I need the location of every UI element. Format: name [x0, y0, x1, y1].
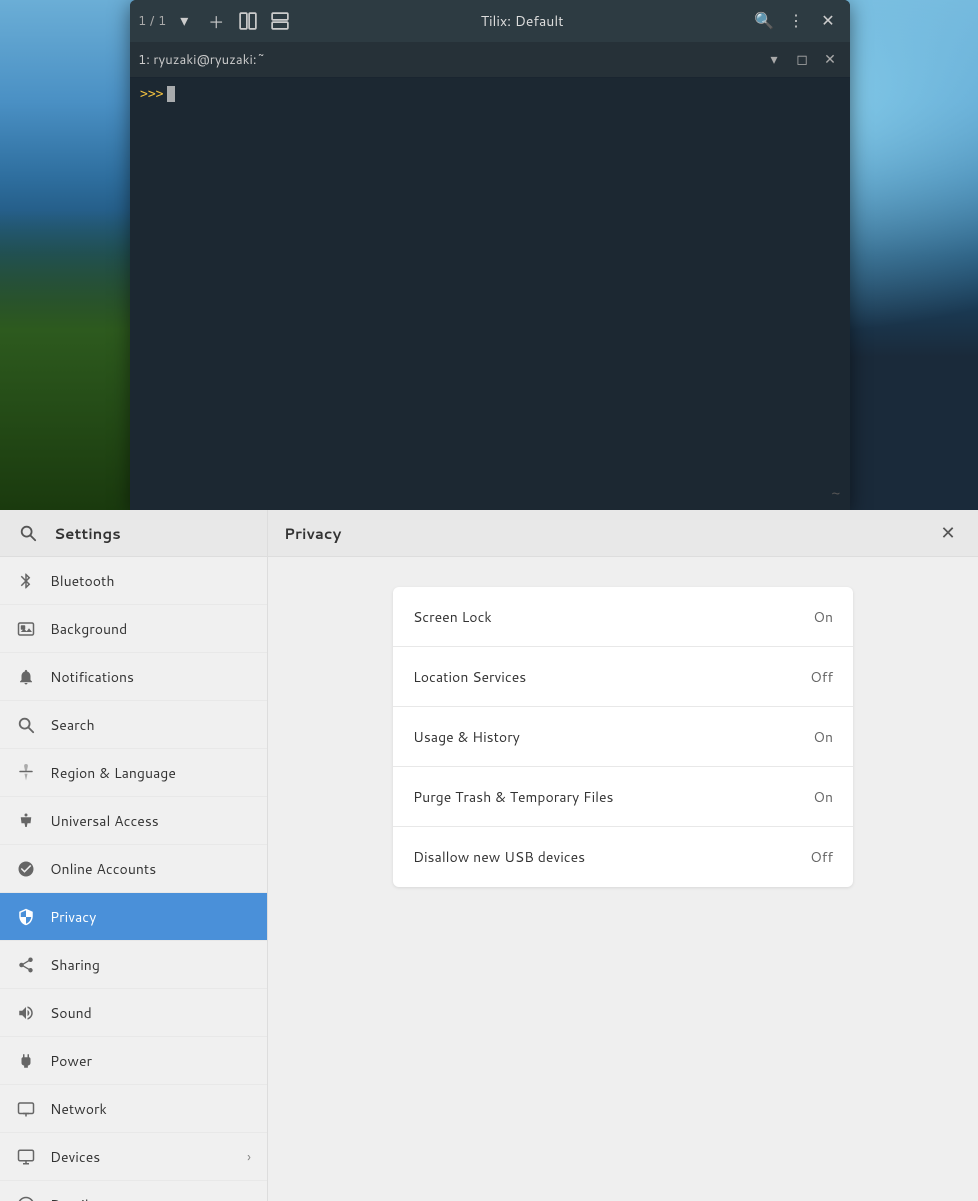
- session-dropdown-button[interactable]: ▾: [762, 48, 786, 72]
- sidebar-item-bluetooth[interactable]: Bluetooth: [0, 557, 267, 605]
- split-vertical-button[interactable]: [266, 7, 294, 35]
- details-icon: [16, 1195, 36, 1201]
- privacy-item-location-services[interactable]: Location Services Off: [393, 647, 853, 707]
- prompt-line: >>>: [140, 86, 840, 102]
- sidebar-title: Settings: [54, 523, 121, 544]
- sidebar-devices-label: Devices: [50, 1147, 233, 1167]
- tilix-titlebar: 1 / 1 ▾ ＋ Tilix: Default 🔍 ⋮ ✕: [130, 0, 850, 42]
- terminal-tab-bar: 1: ryuzaki@ryuzaki:~ ▾ ◻ ✕: [130, 42, 850, 78]
- tab-dropdown-button[interactable]: ▾: [170, 7, 198, 35]
- sidebar-item-network[interactable]: Network: [0, 1085, 267, 1133]
- sound-icon: [16, 1003, 36, 1023]
- region-icon: [16, 763, 36, 783]
- content-title: Privacy: [284, 523, 341, 544]
- devices-icon: [16, 1147, 36, 1167]
- screen-lock-label: Screen Lock: [413, 607, 492, 627]
- sidebar-network-label: Network: [50, 1099, 251, 1119]
- sidebar-item-privacy[interactable]: Privacy: [0, 893, 267, 941]
- sidebar-item-notifications[interactable]: Notifications: [0, 653, 267, 701]
- tab-number: 1 / 1: [138, 12, 166, 30]
- session-maximize-button[interactable]: ◻: [790, 48, 814, 72]
- usb-devices-value: Off: [810, 847, 833, 867]
- sidebar-item-power[interactable]: Power: [0, 1037, 267, 1085]
- terminal-tab-actions: ▾ ◻ ✕: [762, 48, 842, 72]
- tilix-search-button[interactable]: 🔍: [750, 7, 778, 35]
- bluetooth-icon: [16, 571, 36, 591]
- tab-indicator: 1 / 1 ▾: [138, 7, 198, 35]
- content-body: Screen Lock On Location Services Off Usa…: [268, 557, 978, 1201]
- main-content: Privacy ✕ Screen Lock On Location Servic…: [268, 510, 978, 1201]
- privacy-list: Screen Lock On Location Services Off Usa…: [393, 587, 853, 887]
- search-icon: [16, 715, 36, 735]
- location-services-label: Location Services: [413, 667, 526, 687]
- power-icon: [16, 1051, 36, 1071]
- terminal-area: 1 / 1 ▾ ＋ Tilix: Default 🔍 ⋮ ✕ 1: ryuzak…: [0, 0, 978, 510]
- devices-chevron-icon: ›: [247, 1147, 251, 1167]
- usage-history-label: Usage & History: [413, 727, 520, 747]
- privacy-item-usb-devices[interactable]: Disallow new USB devices Off: [393, 827, 853, 887]
- privacy-item-screen-lock[interactable]: Screen Lock On: [393, 587, 853, 647]
- location-services-value: Off: [810, 667, 833, 687]
- sidebar-universal-label: Universal Access: [50, 811, 251, 831]
- sidebar: Settings Bluetooth Background Notificati…: [0, 510, 268, 1201]
- sidebar-item-region-language[interactable]: Region & Language: [0, 749, 267, 797]
- tilix-title: Tilix: Default: [298, 11, 746, 31]
- universal-access-icon: [16, 811, 36, 831]
- split-horizontal-button[interactable]: [234, 7, 262, 35]
- sidebar-item-background[interactable]: Background: [0, 605, 267, 653]
- session-label: 1: ryuzaki@ryuzaki:~: [138, 51, 754, 69]
- tilde-indicator: ~: [832, 486, 840, 502]
- sidebar-privacy-label: Privacy: [50, 907, 251, 927]
- sidebar-item-online-accounts[interactable]: Online Accounts: [0, 845, 267, 893]
- sidebar-item-devices[interactable]: Devices ›: [0, 1133, 267, 1181]
- tilix-window: 1 / 1 ▾ ＋ Tilix: Default 🔍 ⋮ ✕ 1: ryuzak…: [130, 0, 850, 510]
- sidebar-item-sound[interactable]: Sound: [0, 989, 267, 1037]
- tilix-actions: 🔍 ⋮ ✕: [750, 7, 842, 35]
- sidebar-details-label: Details: [50, 1195, 233, 1201]
- privacy-icon: [16, 907, 36, 927]
- session-close-button[interactable]: ✕: [818, 48, 842, 72]
- usb-devices-label: Disallow new USB devices: [413, 847, 585, 867]
- sidebar-sharing-label: Sharing: [50, 955, 251, 975]
- sidebar-sound-label: Sound: [50, 1003, 251, 1023]
- sidebar-background-label: Background: [50, 619, 251, 639]
- sidebar-bluetooth-label: Bluetooth: [50, 571, 251, 591]
- tilix-menu-button[interactable]: ⋮: [782, 7, 810, 35]
- sidebar-item-search[interactable]: Search: [0, 701, 267, 749]
- settings-panel: Settings Bluetooth Background Notificati…: [0, 510, 978, 1201]
- sidebar-power-label: Power: [50, 1051, 251, 1071]
- content-close-button[interactable]: ✕: [934, 519, 962, 547]
- tilix-close-button[interactable]: ✕: [814, 7, 842, 35]
- network-icon: [16, 1099, 36, 1119]
- background-icon: [16, 619, 36, 639]
- notifications-icon: [16, 667, 36, 687]
- sidebar-header: Settings: [0, 510, 267, 557]
- add-tab-button[interactable]: ＋: [202, 7, 230, 35]
- purge-trash-value: On: [813, 787, 833, 807]
- privacy-item-purge-trash[interactable]: Purge Trash & Temporary Files On: [393, 767, 853, 827]
- terminal-content[interactable]: >>> ~: [130, 78, 850, 510]
- screen-lock-value: On: [813, 607, 833, 627]
- sidebar-notifications-label: Notifications: [50, 667, 251, 687]
- sidebar-item-details[interactable]: Details ›: [0, 1181, 267, 1201]
- sidebar-search-label: Search: [50, 715, 251, 735]
- purge-trash-label: Purge Trash & Temporary Files: [413, 787, 614, 807]
- sharing-icon: [16, 955, 36, 975]
- sidebar-search-button[interactable]: [12, 517, 44, 549]
- privacy-item-usage-history[interactable]: Usage & History On: [393, 707, 853, 767]
- sidebar-item-sharing[interactable]: Sharing: [0, 941, 267, 989]
- sidebar-online-label: Online Accounts: [50, 859, 251, 879]
- prompt-arrows: >>>: [140, 87, 163, 102]
- online-accounts-icon: [16, 859, 36, 879]
- sidebar-region-label: Region & Language: [50, 763, 251, 783]
- sidebar-item-universal-access[interactable]: Universal Access: [0, 797, 267, 845]
- content-header: Privacy ✕: [268, 510, 978, 557]
- details-chevron-icon: ›: [247, 1195, 251, 1201]
- usage-history-value: On: [813, 727, 833, 747]
- cursor: [167, 86, 175, 102]
